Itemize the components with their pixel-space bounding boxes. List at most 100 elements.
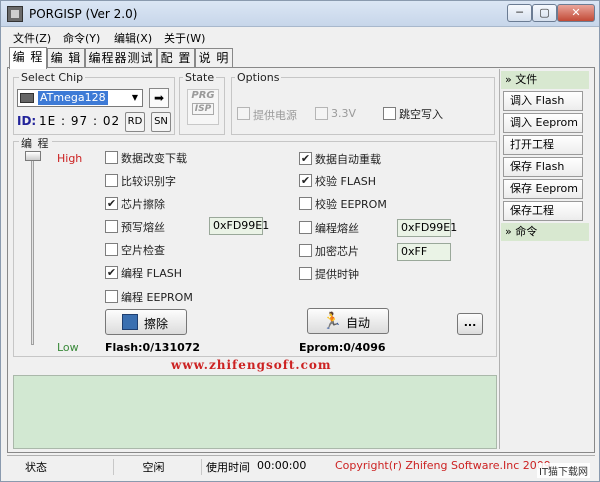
- logo-isp: ISP: [192, 103, 214, 115]
- reload-on-change-label: 数据改变下载: [121, 152, 187, 165]
- select-chip-label: Select Chip: [19, 71, 86, 84]
- blank-check-label: 空片检查: [121, 244, 165, 257]
- state-label: State: [183, 71, 217, 84]
- sn-button[interactable]: SN: [151, 112, 171, 132]
- app-icon: [7, 6, 23, 22]
- load-flash-button[interactable]: 调入 Flash: [503, 91, 583, 111]
- priority-slider[interactable]: [25, 151, 41, 351]
- maximize-button[interactable]: ▢: [532, 4, 557, 22]
- lock-chip-checkbox[interactable]: [299, 244, 312, 257]
- prg-isp-logo: PRG ISP: [187, 89, 219, 125]
- chip-erase-checkbox[interactable]: ✔: [105, 197, 118, 210]
- provide-clock-label: 提供时钟: [315, 268, 359, 281]
- program-eeprom-label: 编程 EEPROM: [121, 291, 193, 304]
- menu-file[interactable]: 文件(Z): [13, 30, 51, 46]
- double-chevron-down-icon: »: [505, 73, 512, 86]
- skip-blank-write-label: 跳空写入: [399, 108, 443, 121]
- lock-chip-label: 加密芯片: [315, 245, 359, 258]
- more-button[interactable]: ...: [457, 313, 483, 335]
- save-flash-button[interactable]: 保存 Flash: [503, 157, 583, 177]
- tab-help[interactable]: 说 明: [195, 48, 233, 68]
- logo-prg: PRG: [191, 90, 215, 101]
- prewrite-fuse-label: 预写熔丝: [121, 221, 165, 234]
- save-project-button[interactable]: 保存工程: [503, 201, 583, 221]
- status-label: 状态: [25, 461, 47, 474]
- voltage-3v3-label: 3.3V: [331, 107, 357, 120]
- double-chevron-right-icon: »: [505, 225, 512, 238]
- close-button[interactable]: ✕: [557, 4, 595, 22]
- verify-flash-checkbox[interactable]: ✔: [299, 174, 312, 187]
- low-label: Low: [57, 341, 79, 354]
- verify-eeprom-label: 校验 EEPROM: [315, 198, 387, 211]
- arrow-right-icon[interactable]: ➡: [149, 88, 169, 108]
- sidebar-cmd-header[interactable]: » 命令: [501, 223, 589, 241]
- sidebar-file-header-label: 文件: [515, 73, 538, 86]
- watermark-text: IT猫下载网: [537, 463, 591, 478]
- chip-erase-label: 芯片擦除: [121, 198, 165, 211]
- save-eeprom-button[interactable]: 保存 Eeprom: [503, 179, 583, 199]
- sidebar-file-header[interactable]: » 文件: [501, 71, 589, 89]
- program-eeprom-checkbox[interactable]: [105, 290, 118, 303]
- auto-button[interactable]: 🏃 自动: [307, 308, 389, 334]
- load-eeprom-button[interactable]: 调入 Eeprom: [503, 113, 583, 133]
- program-flash-checkbox[interactable]: ✔: [105, 266, 118, 279]
- chip-select-value: ATmega128: [38, 91, 108, 105]
- website-url[interactable]: www.zhifengsoft.com: [171, 358, 332, 372]
- tab-edit[interactable]: 编 辑: [47, 48, 85, 68]
- program-fuse-checkbox[interactable]: [299, 221, 312, 234]
- chip-select[interactable]: ATmega128 ▼: [17, 89, 143, 107]
- open-project-button[interactable]: 打开工程: [503, 135, 583, 155]
- auto-label: 自动: [346, 316, 371, 330]
- elapsed-time-value: 00:00:00: [257, 459, 307, 472]
- menu-about[interactable]: 关于(W): [164, 30, 205, 46]
- eraser-icon: [122, 314, 138, 330]
- provide-clock-checkbox[interactable]: [299, 267, 312, 280]
- eprom-status: Eprom:0/4096: [299, 341, 386, 354]
- program-group-label: 编 程: [19, 135, 52, 151]
- blank-check-checkbox[interactable]: [105, 243, 118, 256]
- auto-reload-label: 数据自动重载: [315, 153, 381, 166]
- menu-edit[interactable]: 编辑(X): [114, 30, 152, 46]
- power-checkbox[interactable]: [237, 107, 250, 120]
- sidebar-cmd-header-label: 命令: [515, 225, 538, 238]
- program-flash-label: 编程 FLASH: [121, 267, 182, 280]
- chevron-down-icon: ▼: [131, 93, 139, 102]
- skip-blank-write-checkbox[interactable]: [383, 107, 396, 120]
- app-window: PORGISP (Ver 2.0) ─ ▢ ✕ 文件(Z) 命令(Y) 编辑(X…: [0, 0, 600, 482]
- tab-program[interactable]: 编 程: [9, 47, 47, 69]
- log-panel: [13, 375, 497, 449]
- elapsed-time-label: 使用时间: [201, 459, 250, 475]
- title-bar[interactable]: PORGISP (Ver 2.0) ─ ▢ ✕: [1, 1, 599, 27]
- rd-button[interactable]: RD: [125, 112, 145, 132]
- program-fuse-value[interactable]: 0xFD99E1: [397, 219, 457, 237]
- options-group: [231, 77, 495, 135]
- id-label: ID:: [17, 114, 37, 128]
- menu-command[interactable]: 命令(Y): [63, 30, 100, 46]
- running-man-icon: 🏃: [322, 311, 342, 330]
- prewrite-fuse-value[interactable]: 0xFD99E1: [209, 217, 269, 235]
- id-value: 1E : 97 : 02: [39, 114, 121, 128]
- compare-signature-checkbox[interactable]: [105, 174, 118, 187]
- minimize-button[interactable]: ─: [507, 4, 532, 22]
- status-value: 空闲: [113, 459, 193, 475]
- copyright-text: Copyright(r) Zhifeng Software.Inc 2009: [335, 459, 551, 472]
- auto-reload-checkbox[interactable]: ✔: [299, 152, 312, 165]
- voltage-3v3-checkbox[interactable]: [315, 107, 328, 120]
- verify-eeprom-checkbox[interactable]: [299, 197, 312, 210]
- window-title: PORGISP (Ver 2.0): [29, 7, 138, 21]
- options-label: Options: [235, 71, 282, 84]
- reload-on-change-checkbox[interactable]: [105, 151, 118, 164]
- program-fuse-label: 编程熔丝: [315, 222, 359, 235]
- slider-thumb[interactable]: [25, 151, 41, 161]
- erase-label: 擦除: [144, 317, 169, 331]
- compare-signature-label: 比较识别字: [121, 175, 176, 188]
- tab-programmer-test[interactable]: 编程器测试: [85, 48, 157, 68]
- tab-config[interactable]: 配 置: [157, 48, 195, 68]
- high-label: High: [57, 152, 83, 165]
- prewrite-fuse-checkbox[interactable]: [105, 220, 118, 233]
- verify-flash-label: 校验 FLASH: [315, 175, 376, 188]
- slider-track: [31, 155, 34, 345]
- lock-value[interactable]: 0xFF: [397, 243, 451, 261]
- power-label: 提供电源: [253, 109, 297, 122]
- erase-button[interactable]: 擦除: [105, 309, 187, 335]
